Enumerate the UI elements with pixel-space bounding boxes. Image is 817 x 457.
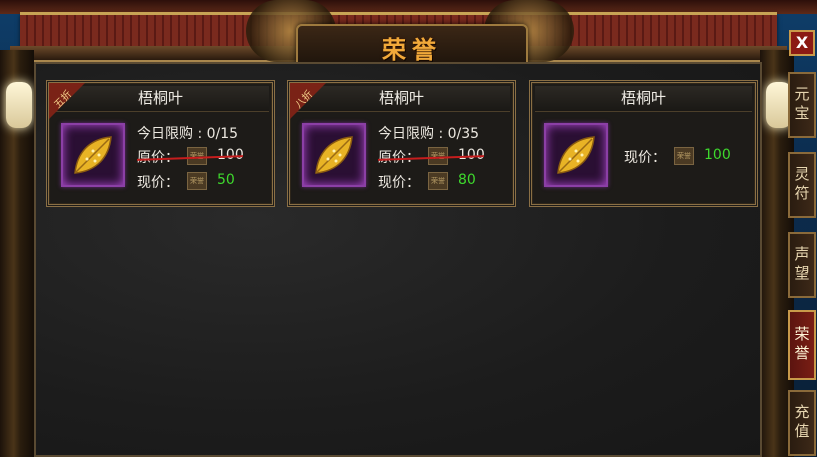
current-price-label: 现价： [624, 150, 666, 166]
shop-panel: 梧桐叶 五折 今日限购 : 0/15 原价： 荣誉 100 现价： 荣誉 50 [34, 62, 762, 457]
window-title: 荣誉 [382, 36, 442, 64]
current-price-label: 现价： [137, 175, 179, 191]
tab-rongyu[interactable]: 荣誉 [788, 310, 816, 380]
limit-label: 今日限购 : 0/35 [378, 126, 480, 142]
tab-lingfu[interactable]: 灵符 [788, 152, 816, 218]
honor-coin-icon: 荣誉 [187, 172, 207, 190]
lantern-left-icon [6, 82, 32, 128]
item-slot[interactable] [61, 123, 125, 187]
golden-leaf-icon [315, 136, 353, 174]
current-price-value: 100 [704, 147, 731, 163]
tab-yuanbao[interactable]: 元宝 [788, 72, 816, 138]
honor-coin-icon: 荣誉 [674, 147, 694, 165]
shop-item-card[interactable]: 梧桐叶 现价： 荣誉 100 [529, 80, 758, 207]
item-slot[interactable] [302, 123, 366, 187]
current-price-value: 50 [217, 172, 235, 188]
tab-chongzhi[interactable]: 充值 [788, 390, 816, 456]
close-button[interactable]: X [789, 30, 815, 56]
game-scene: 荣誉 梧桐叶 五折 今日限购 : 0/15 原价： 荣誉 100 现价： [0, 0, 817, 457]
item-name: 梧桐叶 [535, 86, 752, 112]
current-price-label: 现价： [378, 175, 420, 191]
golden-leaf-icon [74, 136, 112, 174]
limit-label: 今日限购 : 0/15 [137, 126, 239, 142]
honor-coin-icon: 荣誉 [428, 172, 448, 190]
current-price-value: 80 [458, 172, 476, 188]
shop-item-card[interactable]: 梧桐叶 八折 今日限购 : 0/35 原价： 荣誉 100 现价： 荣誉 80 [287, 80, 516, 207]
tab-shengwang[interactable]: 声望 [788, 232, 816, 298]
item-slot[interactable] [544, 123, 608, 187]
shop-item-card[interactable]: 梧桐叶 五折 今日限购 : 0/15 原价： 荣誉 100 现价： 荣誉 50 [46, 80, 275, 207]
golden-leaf-icon [557, 136, 595, 174]
